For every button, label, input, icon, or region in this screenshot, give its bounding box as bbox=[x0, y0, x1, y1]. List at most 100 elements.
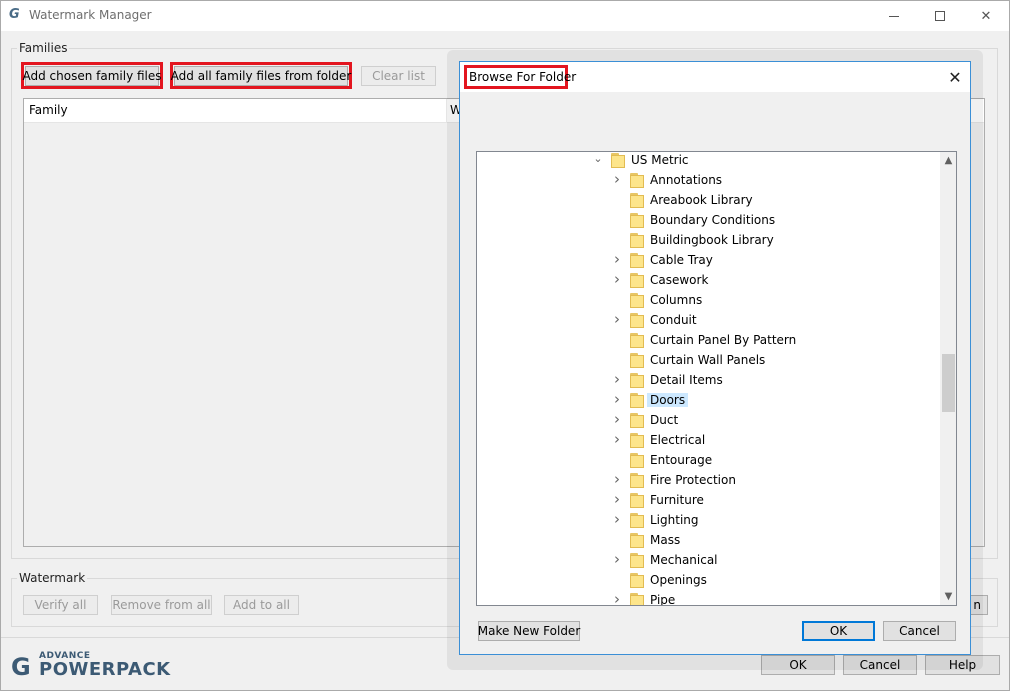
brand-big-text: POWERPACK bbox=[39, 659, 171, 680]
tree-row[interactable]: Curtain Panel By Pattern bbox=[477, 330, 940, 350]
chevron-right-icon[interactable]: › bbox=[611, 170, 623, 188]
title-bar: G Watermark Manager ✕ bbox=[1, 1, 1009, 31]
tree-row[interactable]: Areabook Library bbox=[477, 190, 940, 210]
chevron-right-icon[interactable]: › bbox=[611, 390, 623, 408]
tree-row[interactable]: › Duct bbox=[477, 410, 940, 430]
chevron-right-icon[interactable]: › bbox=[611, 250, 623, 268]
folder-icon bbox=[630, 333, 644, 348]
dialog-close-icon[interactable]: ✕ bbox=[942, 66, 968, 88]
chevron-right-icon[interactable]: › bbox=[611, 550, 623, 568]
chevron-right-icon[interactable]: › bbox=[611, 270, 623, 288]
tree-row[interactable]: › Fire Protection bbox=[477, 470, 940, 490]
folder-icon bbox=[630, 233, 644, 248]
tree-row[interactable]: Boundary Conditions bbox=[477, 210, 940, 230]
folder-icon bbox=[630, 553, 644, 568]
tree-row[interactable]: › Mechanical bbox=[477, 550, 940, 570]
scroll-up-icon[interactable]: ▲ bbox=[940, 152, 956, 169]
tree-label: Duct bbox=[650, 413, 679, 427]
chevron-right-icon[interactable]: › bbox=[611, 370, 623, 388]
chevron-right-icon[interactable]: › bbox=[611, 470, 623, 488]
verify-all-button[interactable]: Verify all bbox=[23, 595, 98, 615]
folder-icon bbox=[630, 593, 644, 605]
tree-row[interactable]: › Casework bbox=[477, 270, 940, 290]
folder-icon bbox=[630, 493, 644, 508]
tree-scrollbar[interactable]: ▲ ▼ bbox=[940, 152, 956, 605]
families-group-label: Families bbox=[17, 41, 70, 55]
chevron-right-icon[interactable]: › bbox=[611, 490, 623, 508]
tree-label: Detail Items bbox=[650, 373, 723, 387]
tree-label: Areabook Library bbox=[650, 193, 753, 207]
folder-icon bbox=[630, 313, 644, 328]
tree-row[interactable]: › Lighting bbox=[477, 510, 940, 530]
clear-list-button[interactable]: Clear list bbox=[361, 66, 436, 86]
scroll-thumb[interactable] bbox=[942, 354, 955, 412]
tree-row[interactable]: › Furniture bbox=[477, 490, 940, 510]
tree-row[interactable]: › Pipe bbox=[477, 590, 940, 606]
chevron-right-icon[interactable]: › bbox=[611, 310, 623, 328]
dialog-ok-button[interactable]: OK bbox=[802, 621, 875, 641]
folder-icon bbox=[630, 353, 644, 368]
minimize-icon[interactable] bbox=[871, 1, 917, 31]
scroll-down-icon[interactable]: ▼ bbox=[940, 588, 956, 605]
dialog-cancel-button[interactable]: Cancel bbox=[883, 621, 956, 641]
tree-label: Mechanical bbox=[650, 553, 718, 567]
add-to-all-button[interactable]: Add to all bbox=[224, 595, 299, 615]
tree-label: Openings bbox=[650, 573, 707, 587]
folder-icon bbox=[630, 573, 644, 588]
tree-label: Pipe bbox=[650, 593, 676, 606]
tree-row[interactable]: Mass bbox=[477, 530, 940, 550]
chevron-right-icon[interactable]: › bbox=[611, 590, 623, 605]
tree-row[interactable]: Columns bbox=[477, 290, 940, 310]
make-new-folder-button[interactable]: Make New Folder bbox=[478, 621, 580, 641]
tree-label: Conduit bbox=[650, 313, 697, 327]
close-icon[interactable]: ✕ bbox=[963, 1, 1009, 31]
folder-icon bbox=[611, 153, 625, 168]
remove-from-all-button[interactable]: Remove from all bbox=[111, 595, 212, 615]
tree-label: Electrical bbox=[650, 433, 706, 447]
dialog-title: Browse For Folder bbox=[469, 70, 577, 84]
tree-label: Fire Protection bbox=[650, 473, 736, 487]
folder-icon bbox=[630, 173, 644, 188]
tree-label: Entourage bbox=[650, 453, 713, 467]
tree-row[interactable]: › Electrical bbox=[477, 430, 940, 450]
browse-for-folder-dialog: Browse For Folder ✕ ⌄ US Metric › Annotat… bbox=[459, 61, 971, 655]
column-header-family[interactable]: Family bbox=[29, 103, 68, 117]
tree-label: Curtain Wall Panels bbox=[650, 353, 766, 367]
powerpack-logo-icon: G bbox=[11, 653, 31, 681]
tree-label: Columns bbox=[650, 293, 703, 307]
tree-row[interactable]: › Cable Tray bbox=[477, 250, 940, 270]
folder-icon bbox=[630, 413, 644, 428]
tree-row[interactable]: Curtain Wall Panels bbox=[477, 350, 940, 370]
folder-icon bbox=[630, 453, 644, 468]
tree-label: Doors bbox=[647, 393, 689, 407]
tree-row[interactable]: › Conduit bbox=[477, 310, 940, 330]
window-title: Watermark Manager bbox=[29, 8, 152, 22]
dialog-title-bar: Browse For Folder ✕ bbox=[460, 62, 970, 92]
tree-label: Curtain Panel By Pattern bbox=[650, 333, 797, 347]
folder-icon bbox=[630, 293, 644, 308]
chevron-right-icon[interactable]: › bbox=[611, 430, 623, 448]
tree-label: Lighting bbox=[650, 513, 699, 527]
folder-icon bbox=[630, 473, 644, 488]
add-all-family-files-button[interactable]: Add all family files from folder bbox=[171, 66, 351, 86]
folder-icon bbox=[630, 393, 644, 408]
tree-row-us-metric[interactable]: ⌄ US Metric bbox=[477, 152, 940, 170]
folder-icon bbox=[630, 513, 644, 528]
tree-row[interactable]: Entourage bbox=[477, 450, 940, 470]
tree-row[interactable]: Buildingbook Library bbox=[477, 230, 940, 250]
add-chosen-family-files-button[interactable]: Add chosen family files bbox=[22, 66, 162, 86]
tree-label: Casework bbox=[650, 273, 709, 287]
tree-label: Buildingbook Library bbox=[650, 233, 774, 247]
chevron-right-icon[interactable]: › bbox=[611, 510, 623, 528]
folder-icon bbox=[630, 253, 644, 268]
tree-row[interactable]: Openings bbox=[477, 570, 940, 590]
chevron-down-icon[interactable]: ⌄ bbox=[592, 152, 604, 165]
folder-tree[interactable]: ⌄ US Metric › Annotations Areabook Library… bbox=[476, 151, 957, 606]
tree-row[interactable]: › Detail Items bbox=[477, 370, 940, 390]
chevron-right-icon[interactable]: › bbox=[611, 410, 623, 428]
tree-row[interactable]: › Annotations bbox=[477, 170, 940, 190]
maximize-icon[interactable] bbox=[917, 1, 963, 31]
tree-label: Boundary Conditions bbox=[650, 213, 776, 227]
tree-label: Furniture bbox=[650, 493, 704, 507]
tree-row[interactable]: › Doors bbox=[477, 390, 940, 410]
